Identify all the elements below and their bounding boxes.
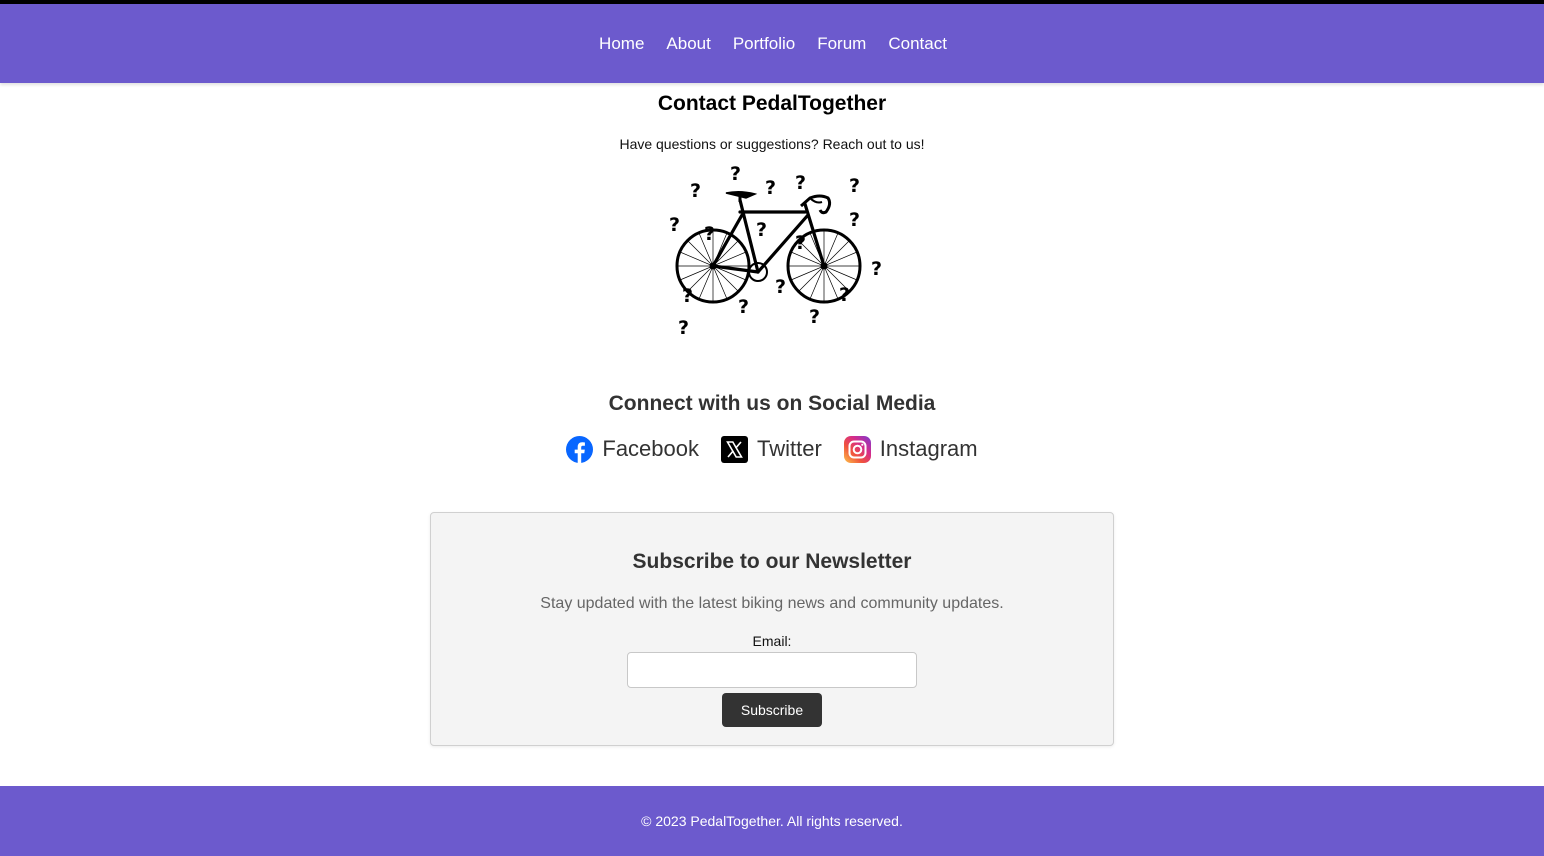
svg-text:?: ?: [669, 214, 680, 236]
svg-text:?: ?: [756, 219, 767, 241]
nav-link-contact[interactable]: Contact: [888, 34, 947, 54]
social-heading: Connect with us on Social Media: [608, 392, 936, 415]
page-subtitle: Have questions or suggestions? Reach out…: [619, 136, 925, 152]
social-links: Facebook Twitter Instagram: [0, 432, 1544, 466]
nav-link-home[interactable]: Home: [599, 34, 644, 54]
instagram-label: Instagram: [879, 436, 978, 461]
nav-links: Home About Portfolio Forum Contact: [599, 34, 947, 54]
svg-text:?: ?: [795, 172, 806, 194]
svg-text:?: ?: [690, 180, 701, 202]
instagram-icon: [843, 435, 871, 463]
bicycle-question-illustration: ? ? ? ? ? ? ? ? ? ? ? ? ? ? ? ? ?: [669, 163, 882, 335]
navbar: Home About Portfolio Forum Contact: [0, 4, 1544, 83]
svg-text:?: ?: [682, 285, 693, 307]
newsletter-description: Stay updated with the latest biking news…: [540, 595, 1004, 612]
newsletter-title: Subscribe to our Newsletter: [632, 550, 912, 573]
nav-link-forum[interactable]: Forum: [817, 34, 866, 54]
twitter-label: Twitter: [757, 436, 822, 461]
page-title: Contact PedalTogether: [657, 92, 887, 115]
svg-text:?: ?: [839, 284, 850, 306]
instagram-link[interactable]: Instagram: [843, 432, 978, 466]
subscribe-button[interactable]: Subscribe: [722, 693, 822, 727]
copyright-text: © 2023 PedalTogether. All rights reserve…: [641, 813, 903, 829]
facebook-link[interactable]: Facebook: [566, 432, 699, 466]
svg-text:?: ?: [678, 317, 689, 335]
twitter-link[interactable]: Twitter: [721, 432, 822, 466]
svg-text:?: ?: [795, 232, 806, 254]
newsletter-panel: Subscribe to our Newsletter Stay updated…: [430, 512, 1114, 746]
email-field[interactable]: [627, 652, 917, 688]
footer: © 2023 PedalTogether. All rights reserve…: [0, 786, 1544, 856]
svg-text:?: ?: [730, 163, 741, 185]
svg-text:?: ?: [738, 296, 749, 318]
svg-text:?: ?: [849, 209, 860, 231]
svg-text:?: ?: [775, 276, 786, 298]
x-twitter-icon: [721, 435, 748, 463]
facebook-icon: [566, 435, 594, 463]
svg-text:?: ?: [849, 175, 860, 197]
nav-link-portfolio[interactable]: Portfolio: [733, 34, 795, 54]
email-label: Email:: [752, 633, 792, 649]
nav-link-about[interactable]: About: [666, 34, 710, 54]
svg-text:?: ?: [704, 223, 715, 245]
svg-text:?: ?: [871, 258, 882, 280]
svg-text:?: ?: [765, 177, 776, 199]
facebook-label: Facebook: [602, 436, 699, 461]
svg-text:?: ?: [809, 306, 820, 328]
